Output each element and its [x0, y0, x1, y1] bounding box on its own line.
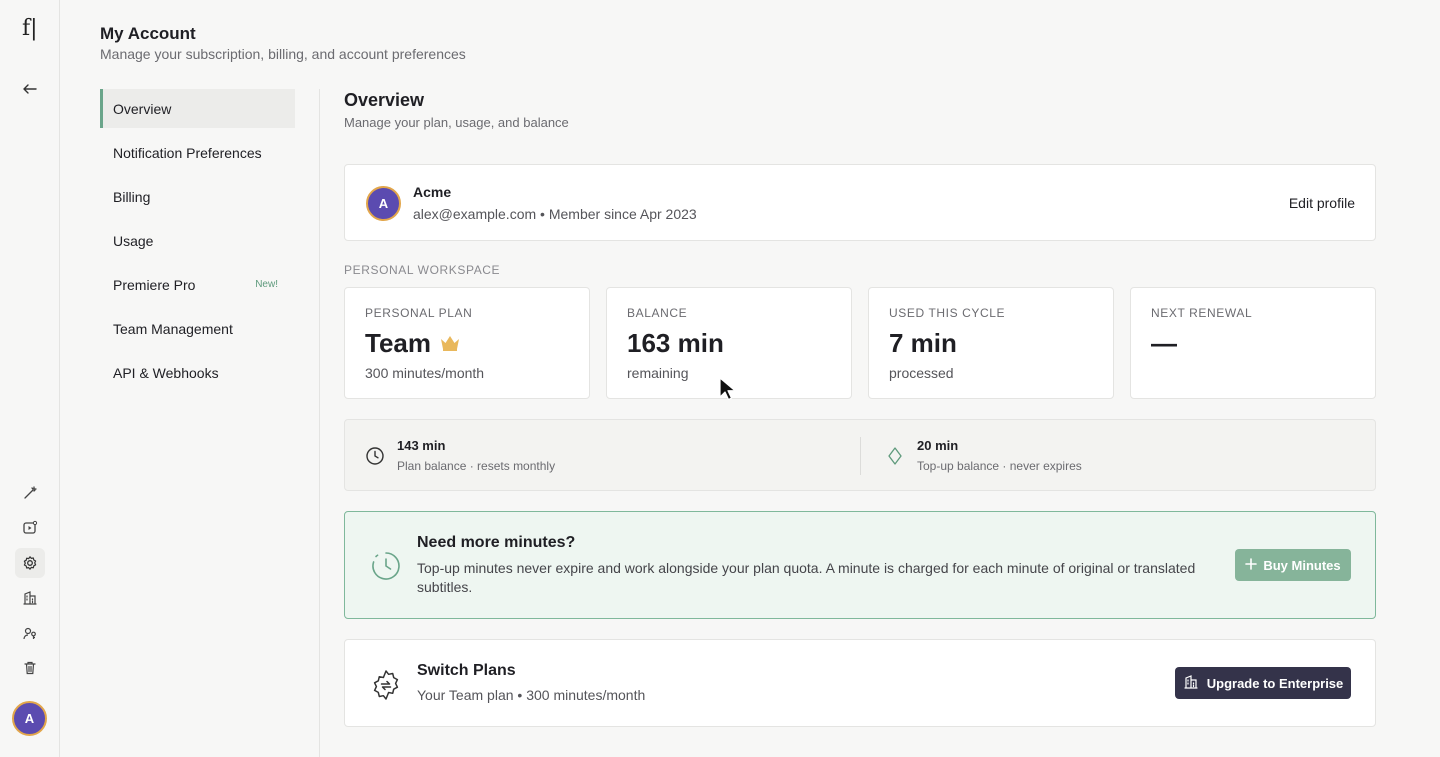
nav-item-usage[interactable]: Usage: [100, 221, 295, 260]
stat-label: NEXT RENEWAL: [1151, 306, 1253, 320]
stat-card-plan: PERSONAL PLAN Team 300 minutes/month: [344, 287, 590, 399]
settings-icon[interactable]: [15, 548, 45, 578]
switch-plans-title: Switch Plans: [417, 662, 516, 679]
upgrade-enterprise-button[interactable]: Upgrade to Enterprise: [1175, 667, 1351, 699]
nav-item-label: Team Management: [113, 320, 233, 337]
video-icon[interactable]: [15, 513, 45, 543]
edit-profile-button[interactable]: Edit profile: [1289, 195, 1355, 211]
balance-value: 20 min: [917, 438, 959, 453]
user-avatar[interactable]: A: [12, 701, 47, 736]
upgrade-label: Upgrade to Enterprise: [1206, 675, 1344, 691]
balance-sub: Top-up balance · never expires: [917, 459, 1082, 473]
stat-value: —: [1151, 328, 1177, 358]
balance-breakdown: 143 min Plan balance · resets monthly 20…: [344, 419, 1376, 491]
nav-item-label: Billing: [113, 188, 151, 205]
page-subtitle: Manage your subscription, billing, and a…: [100, 46, 466, 62]
switch-plans-card: Switch Plans Your Team plan • 300 minute…: [344, 639, 1376, 727]
nav-item-billing[interactable]: Billing: [100, 177, 295, 216]
stat-sub: 300 minutes/month: [365, 365, 485, 381]
nav-divider: [319, 89, 320, 757]
gear-swap-icon: [369, 668, 403, 707]
nav-item-api-webhooks[interactable]: API & Webhooks: [100, 353, 295, 392]
users-key-icon[interactable]: [15, 618, 45, 648]
plan-balance: 143 min Plan balance · resets monthly: [345, 420, 860, 492]
buy-minutes-label: Buy Minutes: [1263, 557, 1341, 573]
nav-item-team-management[interactable]: Team Management: [100, 309, 295, 348]
buy-minutes-button[interactable]: Buy Minutes: [1235, 549, 1351, 581]
profile-name: Acme: [413, 184, 452, 200]
left-rail: f| A: [0, 0, 60, 757]
buy-minutes-card: Need more minutes? Top-up minutes never …: [344, 511, 1376, 619]
nav-item-label: Overview: [113, 100, 172, 117]
diamond-icon: [885, 446, 905, 471]
trash-icon[interactable]: [15, 653, 45, 683]
stat-card-renewal: NEXT RENEWAL —: [1130, 287, 1376, 399]
stat-value: Team: [365, 328, 431, 358]
clock-icon: [365, 446, 385, 471]
section-title: Overview: [344, 90, 425, 110]
balance-sub: Plan balance · resets monthly: [397, 459, 556, 473]
back-arrow-icon[interactable]: [15, 74, 45, 104]
building-icon: [1183, 674, 1199, 693]
switch-plans-subtitle: Your Team plan • 300 minutes/month: [417, 687, 646, 703]
page-title: My Account: [100, 24, 196, 43]
stat-value-wrap: Team: [365, 328, 461, 359]
stat-value: 163 min: [627, 328, 724, 358]
crown-icon: [439, 328, 461, 359]
promo-title: Need more minutes?: [417, 534, 576, 551]
stat-card-used: USED THIS CYCLE 7 min processed: [868, 287, 1114, 399]
stat-sub: processed: [889, 365, 954, 381]
profile-avatar: A: [366, 186, 401, 221]
topup-balance: 20 min Top-up balance · never expires: [865, 420, 1375, 492]
stat-sub: remaining: [627, 365, 689, 381]
stat-label: BALANCE: [627, 306, 688, 320]
stat-label: USED THIS CYCLE: [889, 306, 1006, 320]
wand-icon[interactable]: [15, 478, 45, 508]
nav-item-label: Usage: [113, 232, 154, 249]
settings-nav: Overview Notification Preferences Billin…: [100, 89, 295, 397]
nav-item-label: API & Webhooks: [113, 364, 219, 381]
nav-item-notification-preferences[interactable]: Notification Preferences: [100, 133, 295, 172]
clock-refill-icon: [370, 550, 402, 587]
profile-card: A Acme alex@example.com • Member since A…: [344, 164, 1376, 241]
stat-value: 7 min: [889, 328, 957, 358]
building-icon[interactable]: [15, 583, 45, 613]
nav-item-premiere-pro[interactable]: Premiere Pro New!: [100, 265, 295, 304]
nav-item-overview[interactable]: Overview: [100, 89, 295, 128]
workspace-label: PERSONAL WORKSPACE: [344, 263, 501, 277]
app-logo[interactable]: f|: [22, 16, 38, 41]
section-subtitle: Manage your plan, usage, and balance: [344, 115, 569, 130]
stat-label: PERSONAL PLAN: [365, 306, 473, 320]
new-badge: New!: [255, 279, 278, 290]
plus-icon: [1245, 557, 1258, 573]
balance-value: 143 min: [397, 438, 446, 453]
nav-item-label: Notification Preferences: [113, 144, 262, 161]
profile-meta: alex@example.com • Member since Apr 2023: [413, 206, 697, 222]
nav-item-label: Premiere Pro: [113, 276, 196, 293]
promo-text: Top-up minutes never expire and work alo…: [417, 560, 1196, 595]
balance-divider: [860, 437, 861, 475]
mouse-cursor-icon: [719, 377, 737, 406]
